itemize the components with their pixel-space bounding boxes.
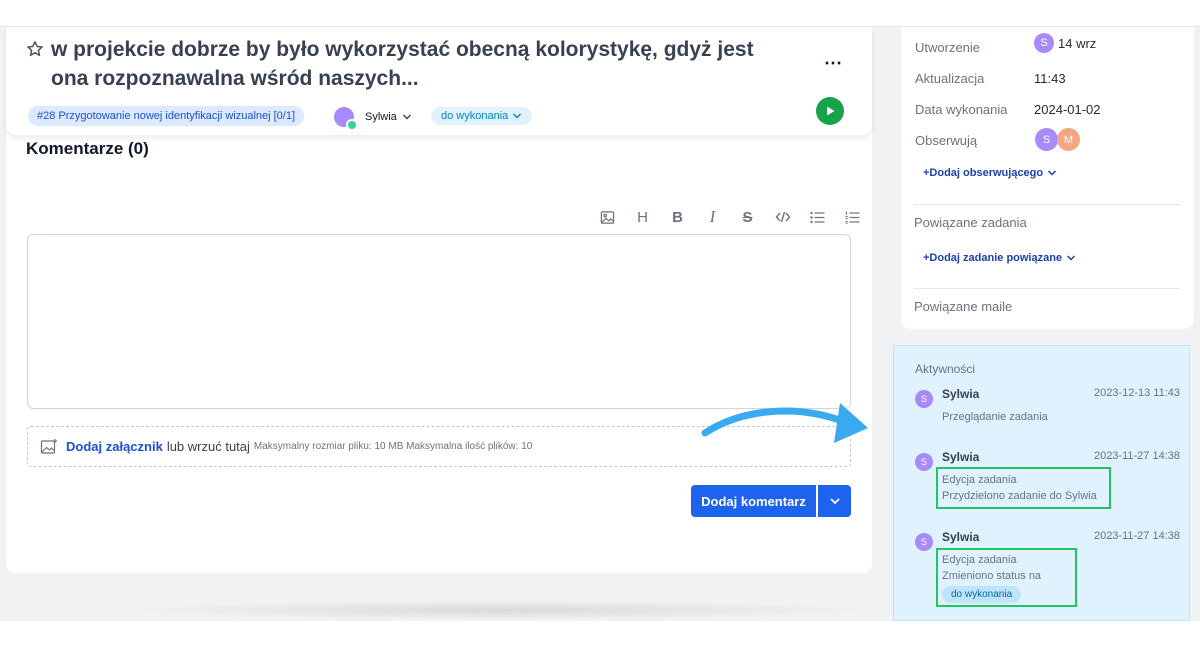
add-related-task-button[interactable]: +Dodaj zadanie powiązane [923,252,1076,264]
dropzone-limits: Maksymalny rozmiar pliku: 10 MB Maksymal… [253,441,533,452]
activity-user: Sylwia [942,450,980,464]
activity-text: Przydzielono zadanie do Sylwia [942,490,1097,502]
add-comment-button[interactable]: Dodaj komentarz [691,485,816,517]
updated-value: 11:43 [1034,71,1066,86]
chevron-down-icon [513,113,522,119]
divider [914,204,1180,205]
annotation-arrow [701,403,868,443]
add-attachment-link[interactable]: Dodaj załącznik [66,439,163,454]
divider [914,288,1180,289]
activity-user: Sylwia [942,387,980,401]
assignee-avatar [334,107,358,131]
watcher-avatar: M [1057,128,1080,151]
image-icon[interactable] [590,207,625,227]
activities-heading: Aktywności [915,362,976,376]
code-icon[interactable] [765,207,800,227]
bottom-strip [0,621,1200,648]
watchers-label: Obserwują [915,133,978,148]
add-watcher-button[interactable]: +Dodaj obserwującego [923,167,1057,179]
assignee-name: Sylwia [365,111,397,123]
parent-task-chip[interactable]: #28 Przygotowanie nowej identyfikacji wi… [28,106,305,126]
activity-text: Edycja zadania [942,474,1017,486]
play-icon [827,106,835,116]
numbered-list-icon[interactable] [835,207,870,227]
start-timer-button[interactable] [816,97,844,125]
activity-status-badge: do wykonania [942,586,1022,603]
related-mails-label: Powiązane maile [914,299,1013,314]
activity-date: 2023-12-13 11:43 [1093,387,1180,399]
due-date-value[interactable]: 2024-01-02 [1034,102,1101,117]
comment-editor[interactable] [27,234,851,409]
chevron-down-icon [1067,255,1076,261]
chevron-down-icon [402,114,411,120]
activity-text: Edycja zadania [942,554,1017,566]
dropzone-text: lub wrzuć tutaj [166,439,250,454]
status-select[interactable]: do wykonania [431,107,533,125]
due-date-label: Data wykonania [915,102,1008,117]
top-bar [0,0,1200,27]
add-watcher-label: +Dodaj obserwującego [923,167,1044,179]
editor-toolbar: H B I S [590,207,870,227]
bold-icon[interactable]: B [660,207,695,227]
created-label: Utworzenie [915,40,981,55]
activity-avatar: S [915,390,933,408]
task-title[interactable]: w projekcie dobrze by było wykorzystać o… [51,35,771,93]
assignee-select[interactable]: Sylwia [334,107,412,131]
watcher-avatar: S [1035,128,1058,151]
updated-label: Aktualizacja [915,71,985,86]
heading-icon[interactable]: H [625,207,660,227]
submit-options-button[interactable] [818,485,851,517]
online-badge [346,119,358,131]
created-value: 14 wrz [1058,36,1097,51]
activity-avatar: S [915,533,933,551]
chevron-down-icon [829,498,840,505]
submit-comment-group: Dodaj komentarz [691,485,851,517]
activity-text: Zmieniono status na [942,570,1042,582]
activity-user: Sylwia [942,530,980,544]
card-shadow [120,600,880,620]
creator-avatar: S [1034,33,1054,53]
activity-date: 2023-11-27 14:38 [1093,530,1180,542]
activity-avatar: S [915,453,933,471]
chevron-down-icon [1048,170,1057,176]
add-related-task-label: +Dodaj zadanie powiązane [923,252,1063,264]
activity-date: 2023-11-27 14:38 [1093,450,1180,462]
strikethrough-icon[interactable]: S [730,207,765,227]
related-tasks-label: Powiązane zadania [914,215,1027,230]
bullet-list-icon[interactable] [800,207,835,227]
status-label: do wykonania [441,110,509,122]
star-icon[interactable] [26,40,44,58]
italic-icon[interactable]: I [695,207,730,227]
activity-text: Przeglądanie zadania [942,411,1048,423]
image-upload-icon [40,438,57,454]
more-options-icon[interactable]: ⋯ [824,53,843,74]
comments-heading: Komentarze (0) [26,139,149,158]
